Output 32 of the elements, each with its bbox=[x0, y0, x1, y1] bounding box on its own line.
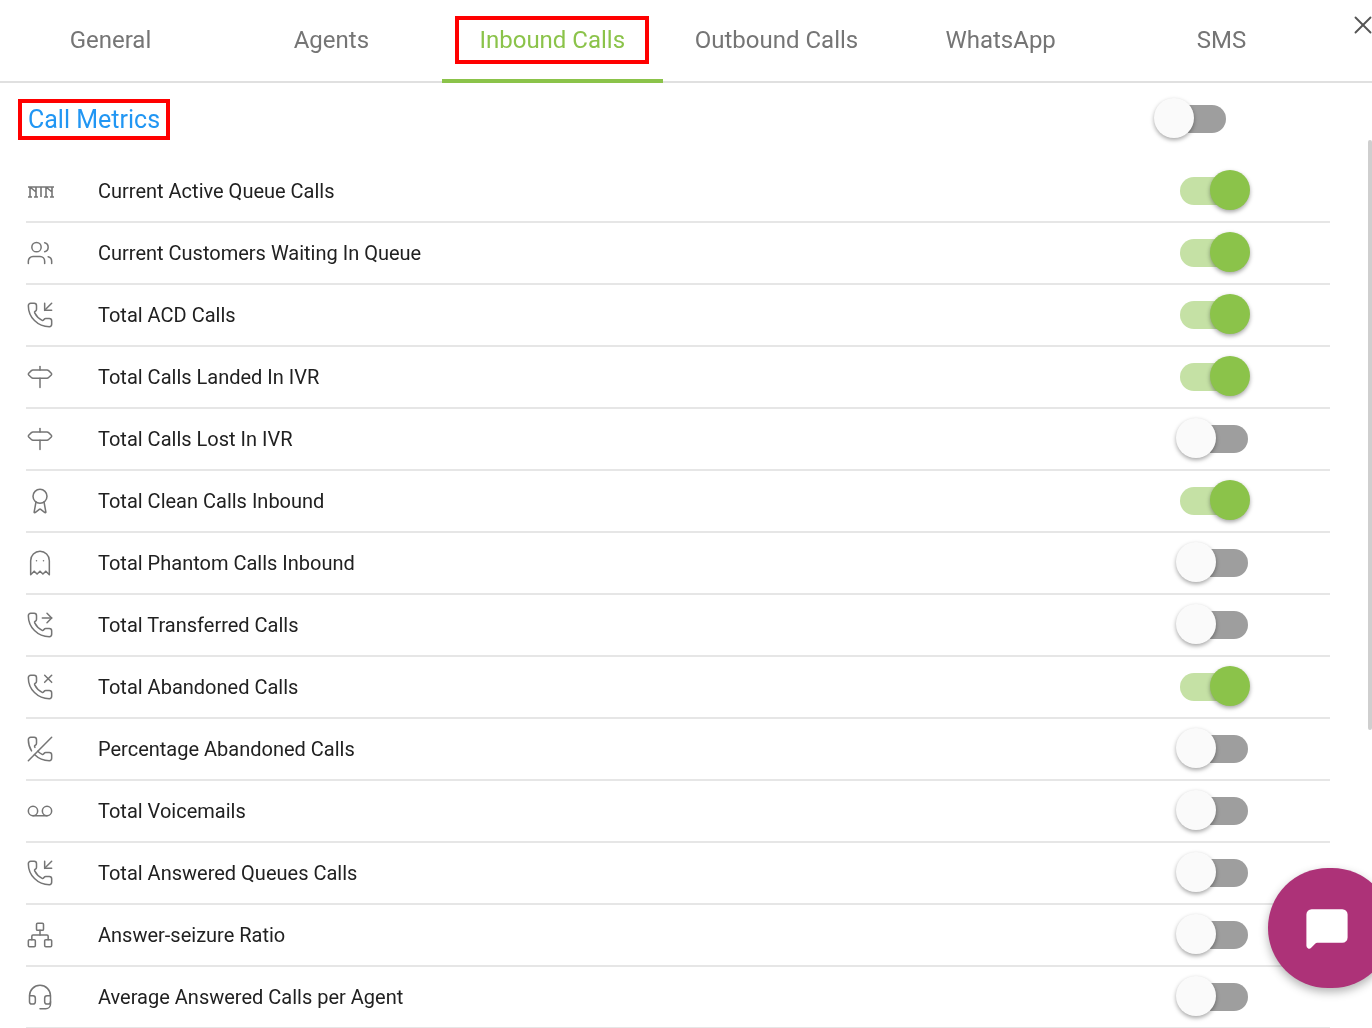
metric-label: Total Abandoned Calls bbox=[98, 675, 300, 699]
incoming-call-icon bbox=[26, 859, 54, 887]
metric-label: Percentage Abandoned Calls bbox=[98, 737, 356, 761]
metric-label: Total Phantom Calls Inbound bbox=[98, 551, 356, 575]
metric-label: Total Voicemails bbox=[98, 799, 247, 823]
metric-label: Answer-seizure Ratio bbox=[98, 923, 287, 947]
missed-call-icon bbox=[26, 673, 54, 701]
signpost-icon bbox=[26, 425, 54, 453]
incoming-call-icon bbox=[26, 301, 54, 329]
tab[interactable]: Agents bbox=[220, 0, 442, 83]
metric-label: Total Transferred Calls bbox=[98, 613, 300, 637]
network-icon bbox=[26, 921, 54, 949]
metric-label: Total Calls Lost In IVR bbox=[98, 427, 294, 451]
chat-button[interactable] bbox=[1268, 868, 1372, 988]
tab[interactable]: SMS bbox=[1111, 0, 1332, 83]
metric-label: Total ACD Calls bbox=[98, 303, 237, 327]
tab[interactable]: WhatsApp bbox=[890, 0, 1112, 83]
signpost-icon bbox=[26, 363, 54, 391]
scrollbar[interactable] bbox=[1368, 140, 1372, 730]
phone-off-icon bbox=[26, 735, 54, 763]
tab[interactable]: Outbound Calls bbox=[662, 0, 891, 83]
metric-label: Total Clean Calls Inbound bbox=[98, 489, 326, 513]
forwarded-call-icon bbox=[26, 611, 54, 639]
metric-label: Total Answered Queues Calls bbox=[98, 861, 359, 885]
headset-icon bbox=[26, 983, 54, 1011]
tab[interactable]: General bbox=[0, 0, 221, 83]
metric-label: Total Calls Landed In IVR bbox=[98, 365, 321, 389]
section-title: Call Metrics bbox=[18, 98, 171, 140]
metric-label: Average Answered Calls per Agent bbox=[98, 985, 405, 1009]
people-icon bbox=[26, 239, 54, 267]
metric-label: Current Active Queue Calls bbox=[98, 179, 336, 203]
metric-label: Current Customers Waiting In Queue bbox=[98, 241, 423, 265]
